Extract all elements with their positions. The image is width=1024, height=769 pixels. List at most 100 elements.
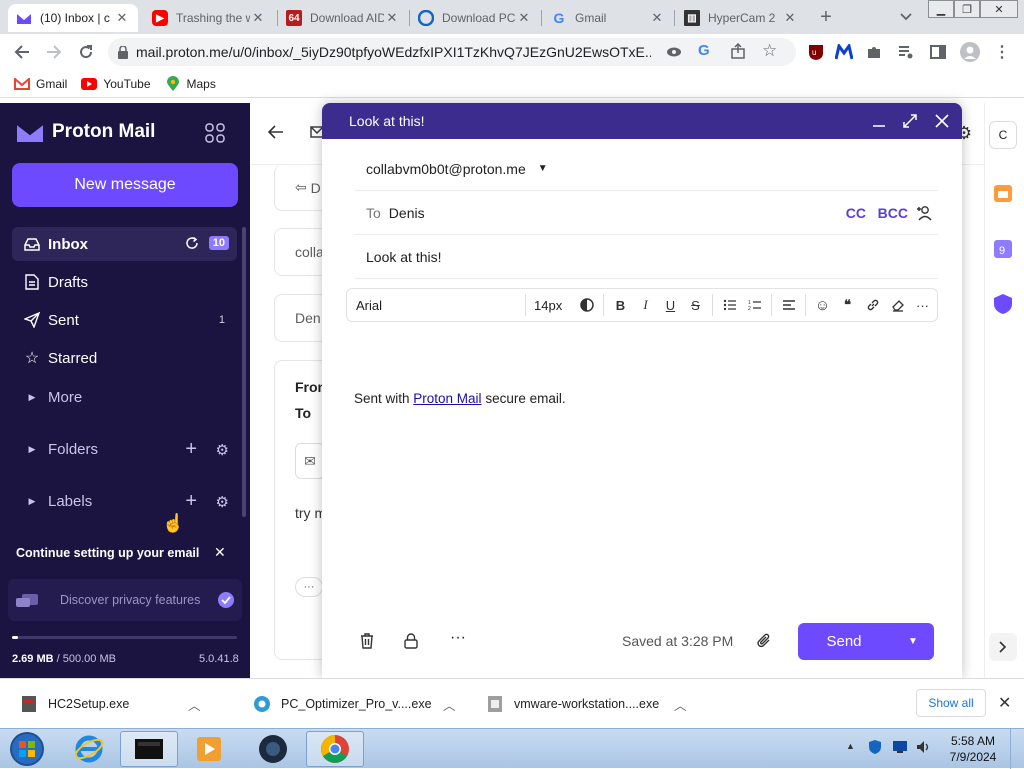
folder-settings-gear-icon[interactable]: ⚙ bbox=[216, 441, 229, 459]
account-avatar[interactable]: C bbox=[989, 121, 1017, 149]
side-panel-icon[interactable] bbox=[924, 38, 952, 66]
chrome-menu-icon[interactable]: ⋮ bbox=[988, 38, 1016, 66]
expand-rail-chevron-icon[interactable] bbox=[989, 633, 1017, 661]
send-button[interactable]: Send ▼ bbox=[798, 623, 934, 660]
vmware-icon[interactable] bbox=[244, 731, 302, 767]
sidebar-item-drafts[interactable]: Drafts bbox=[12, 265, 237, 299]
download-item-vmware[interactable]: vmware-workstation....exe ︿ bbox=[486, 679, 696, 729]
sidebar-item-starred[interactable]: ☆ Starred bbox=[12, 341, 237, 375]
reload-button[interactable] bbox=[72, 38, 100, 66]
add-contact-icon[interactable] bbox=[916, 205, 934, 221]
more-actions-icon[interactable]: ··· bbox=[450, 629, 466, 647]
numbered-list-icon[interactable]: 12 bbox=[742, 293, 767, 317]
calendar-app-icon[interactable] bbox=[993, 183, 1013, 203]
tab-inbox[interactable]: (10) Inbox | c ✕ bbox=[8, 4, 138, 32]
bold-icon[interactable]: B bbox=[608, 293, 633, 317]
chevron-up-icon[interactable]: ︿ bbox=[674, 695, 687, 714]
ublock-extension-icon[interactable]: u bbox=[802, 38, 830, 66]
align-left-icon[interactable] bbox=[776, 293, 801, 317]
tab-gmail[interactable]: G Gmail ✕ bbox=[543, 4, 673, 32]
add-label-icon[interactable]: + bbox=[185, 490, 197, 513]
clear-formatting-eraser-icon[interactable] bbox=[885, 293, 910, 317]
eye-icon[interactable] bbox=[666, 44, 682, 60]
hypercam-taskbar-icon[interactable] bbox=[120, 731, 178, 767]
proton-mail-link[interactable]: Proton Mail bbox=[413, 391, 481, 406]
message-body[interactable]: Sent with Proton Mail secure email. bbox=[354, 391, 566, 406]
tab-search-chevron-icon[interactable] bbox=[892, 3, 920, 31]
sidebar-item-inbox[interactable]: Inbox 10 bbox=[12, 227, 237, 261]
back-arrow-icon[interactable] bbox=[268, 125, 284, 139]
download-item-hc2setup[interactable]: HC2Setup.exe ︿ bbox=[20, 679, 220, 729]
minimize-icon[interactable] bbox=[869, 111, 889, 131]
font-size-select[interactable]: 14px bbox=[530, 298, 574, 313]
media-controls-icon[interactable] bbox=[892, 38, 920, 66]
delete-trash-icon[interactable] bbox=[360, 633, 374, 649]
proton-mail-logo[interactable]: Proton Mail bbox=[16, 121, 155, 143]
emoji-icon[interactable]: ☺ bbox=[810, 293, 835, 317]
tab-download-pc[interactable]: Download PC ✕ bbox=[410, 4, 540, 32]
discover-privacy-item[interactable]: Discover privacy features bbox=[8, 579, 242, 621]
send-options-caret-icon[interactable]: ▼ bbox=[908, 636, 918, 647]
close-tab-icon[interactable]: ✕ bbox=[114, 10, 130, 26]
close-window-button[interactable]: ✕ bbox=[980, 0, 1018, 18]
chrome-taskbar-icon[interactable] bbox=[306, 731, 364, 767]
google-lens-icon[interactable]: G bbox=[698, 42, 710, 59]
bullet-list-icon[interactable] bbox=[717, 293, 742, 317]
extensions-puzzle-icon[interactable] bbox=[860, 38, 888, 66]
forward-button[interactable] bbox=[40, 38, 68, 66]
chevron-up-icon[interactable]: ︿ bbox=[443, 695, 456, 714]
bcc-button[interactable]: BCC bbox=[878, 205, 908, 221]
tab-aida[interactable]: 64 Download AID ✕ bbox=[278, 4, 408, 32]
composer-header[interactable]: Look at this! bbox=[322, 103, 962, 139]
show-more-button[interactable]: ··· bbox=[295, 577, 323, 597]
clock[interactable]: 5:58 AM 7/9/2024 bbox=[944, 733, 1002, 765]
attachment-paperclip-icon[interactable] bbox=[756, 633, 772, 649]
volume-tray-icon[interactable] bbox=[916, 739, 932, 755]
download-item-pc-optimizer[interactable]: PC_Optimizer_Pro_v....exe ︿ bbox=[253, 679, 463, 729]
strikethrough-icon[interactable]: S bbox=[683, 293, 708, 317]
network-tray-icon[interactable] bbox=[892, 740, 908, 754]
internet-explorer-icon[interactable] bbox=[60, 731, 118, 767]
new-message-button[interactable]: New message bbox=[12, 163, 238, 207]
link-icon[interactable] bbox=[860, 293, 885, 317]
start-button[interactable] bbox=[0, 731, 54, 767]
close-tab-icon[interactable]: ✕ bbox=[516, 10, 532, 26]
tab-youtube[interactable]: ▶ Trashing the w ✕ bbox=[144, 4, 274, 32]
restore-window-button[interactable]: ❐ bbox=[954, 0, 980, 18]
close-setup-icon[interactable]: ✕ bbox=[214, 544, 226, 561]
font-family-select[interactable]: Arial bbox=[347, 298, 521, 313]
underline-icon[interactable]: U bbox=[658, 293, 683, 317]
subject-field[interactable]: Look at this! bbox=[354, 235, 938, 279]
quote-icon[interactable]: ❝ bbox=[835, 293, 860, 317]
italic-icon[interactable]: I bbox=[633, 293, 658, 317]
back-button[interactable] bbox=[8, 38, 36, 66]
label-settings-gear-icon[interactable]: ⚙ bbox=[216, 493, 229, 511]
cc-button[interactable]: CC bbox=[846, 205, 866, 221]
vpn-shield-icon[interactable] bbox=[993, 293, 1013, 315]
show-all-downloads-button[interactable]: Show all bbox=[916, 689, 986, 717]
new-tab-button[interactable]: + bbox=[812, 3, 840, 31]
malwarebytes-extension-icon[interactable] bbox=[830, 38, 858, 66]
sidebar-scrollbar[interactable] bbox=[242, 227, 246, 517]
expand-icon[interactable] bbox=[900, 111, 920, 131]
drive-app-icon[interactable]: 9 bbox=[993, 239, 1013, 259]
close-composer-icon[interactable] bbox=[932, 111, 952, 131]
close-tab-icon[interactable]: ✕ bbox=[649, 10, 665, 26]
minimize-window-button[interactable]: ▁ bbox=[928, 0, 954, 18]
sidebar-item-sent[interactable]: Sent 1 bbox=[12, 303, 237, 337]
to-field[interactable]: To Denis CC BCC bbox=[354, 191, 938, 235]
sidebar-item-more[interactable]: ▶ More bbox=[12, 380, 237, 414]
show-desktop-button[interactable] bbox=[1010, 729, 1024, 769]
encryption-lock-icon[interactable] bbox=[404, 633, 418, 649]
tab-hypercam[interactable]: ▥ HyperCam 2 ✕ bbox=[676, 4, 806, 32]
envelope-icon[interactable]: ✉ bbox=[295, 443, 325, 479]
bookmark-maps[interactable]: Maps bbox=[165, 75, 216, 92]
lock-icon[interactable] bbox=[118, 45, 128, 59]
text-color-icon[interactable] bbox=[574, 293, 599, 317]
sidebar-folders[interactable]: ▶ Folders + ⚙ bbox=[12, 432, 237, 466]
add-folder-icon[interactable]: + bbox=[185, 438, 197, 461]
close-tab-icon[interactable]: ✕ bbox=[384, 10, 400, 26]
bookmark-star-icon[interactable]: ☆ bbox=[762, 41, 777, 61]
profile-avatar[interactable] bbox=[956, 38, 984, 66]
refresh-icon[interactable] bbox=[185, 236, 199, 250]
